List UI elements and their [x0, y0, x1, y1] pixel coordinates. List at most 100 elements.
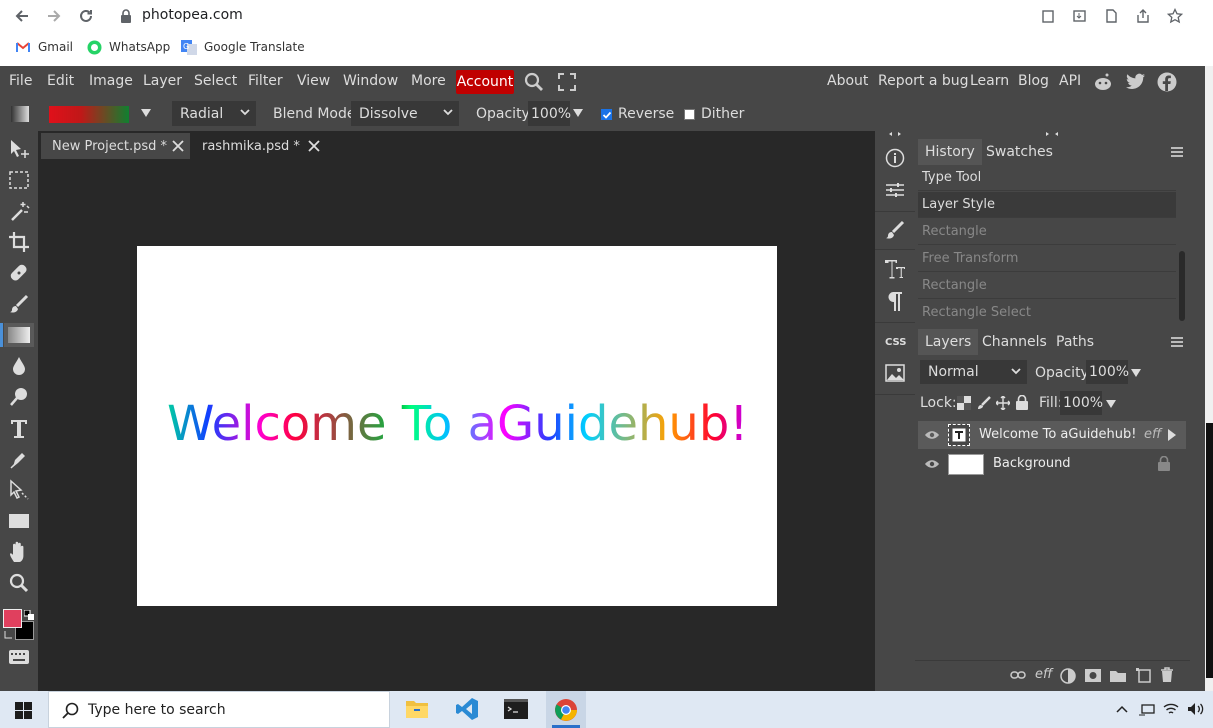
- expand-effects-icon[interactable]: [1167, 429, 1177, 441]
- image-icon[interactable]: [883, 361, 907, 385]
- reload-button[interactable]: [74, 4, 98, 28]
- terminal-icon[interactable]: [504, 699, 528, 719]
- hand-tool-icon[interactable]: [7, 540, 31, 564]
- new-layer-icon[interactable]: [1135, 667, 1151, 683]
- close-tab-icon[interactable]: [172, 140, 184, 152]
- foreground-color-swatch[interactable]: [3, 609, 22, 628]
- lock-move-icon[interactable]: [996, 396, 1010, 410]
- gradient-tool-icon[interactable]: [4, 323, 34, 347]
- lock-transparency-icon[interactable]: [957, 396, 971, 410]
- layer-row[interactable]: Welcome To aGuidehub! eff: [918, 421, 1186, 449]
- back-button[interactable]: [10, 4, 34, 28]
- twitter-icon[interactable]: [1126, 73, 1146, 91]
- fullscreen-icon[interactable]: [558, 73, 576, 91]
- new-group-icon[interactable]: [1110, 669, 1126, 682]
- history-item[interactable]: Rectangle: [918, 219, 1176, 245]
- blur-tool-icon[interactable]: [7, 354, 31, 378]
- reverse-checkbox[interactable]: [601, 109, 612, 120]
- fill-dropdown-arrow-icon[interactable]: [1106, 399, 1116, 409]
- history-item[interactable]: Rectangle: [918, 273, 1176, 299]
- panel-menu-icon[interactable]: [1170, 145, 1184, 159]
- menu-view[interactable]: View: [297, 73, 330, 89]
- blend-mode-select[interactable]: Dissolve: [351, 101, 459, 126]
- tab-rashmika[interactable]: rashmika.psd *: [191, 133, 321, 159]
- page-scrollbar[interactable]: [1205, 66, 1213, 691]
- tab-new-project[interactable]: New Project.psd *: [41, 133, 190, 159]
- link-about[interactable]: About: [827, 73, 868, 89]
- layer-blend-mode-select[interactable]: Normal: [920, 360, 1027, 384]
- keyboard-icon[interactable]: [7, 645, 31, 669]
- default-colors-icon[interactable]: [24, 610, 34, 620]
- link-api[interactable]: API: [1059, 73, 1081, 89]
- css-icon[interactable]: CSS: [883, 329, 907, 353]
- menu-file[interactable]: File: [9, 73, 32, 89]
- file-explorer-icon[interactable]: [405, 698, 429, 720]
- canvas[interactable]: Welcome To aGuidehub!: [137, 246, 777, 606]
- tab-history[interactable]: History: [918, 139, 982, 165]
- search-icon[interactable]: [524, 72, 544, 92]
- layer-opacity-input[interactable]: 100%: [1086, 360, 1129, 384]
- account-button[interactable]: Account: [456, 70, 514, 94]
- reddit-icon[interactable]: [1093, 72, 1113, 92]
- bookmark-whatsapp[interactable]: WhatsApp: [86, 38, 170, 56]
- menu-more[interactable]: More: [411, 73, 446, 89]
- expand-panel-icon[interactable]: [1045, 131, 1059, 137]
- menu-layer[interactable]: Layer: [143, 73, 182, 89]
- install-app-icon[interactable]: [1069, 6, 1089, 26]
- brush-tool-icon[interactable]: [7, 292, 31, 316]
- layer-effects-button-icon[interactable]: eff: [1035, 667, 1052, 682]
- zoom-tool-icon[interactable]: [7, 571, 31, 595]
- history-item[interactable]: Free Transform: [918, 246, 1176, 272]
- rectangle-tool-icon[interactable]: [7, 509, 31, 533]
- history-item[interactable]: Layer Style: [918, 192, 1176, 218]
- menu-window[interactable]: Window: [343, 73, 398, 89]
- eye-icon[interactable]: [924, 430, 940, 440]
- brush-settings-icon[interactable]: [883, 218, 907, 242]
- gradient-preview[interactable]: [49, 106, 129, 123]
- share-icon[interactable]: [1133, 6, 1153, 26]
- dodge-tool-icon[interactable]: [7, 385, 31, 409]
- menu-image[interactable]: Image: [89, 73, 133, 89]
- bookmark-google-translate[interactable]: G Google Translate: [181, 38, 305, 56]
- path-select-tool-icon[interactable]: [7, 478, 31, 502]
- layer-fill-input[interactable]: 100%: [1060, 391, 1103, 415]
- close-tab-icon[interactable]: [308, 140, 320, 152]
- layer-row[interactable]: Background: [918, 450, 1186, 478]
- eye-icon[interactable]: [924, 459, 940, 469]
- windows-start-icon[interactable]: [15, 702, 32, 719]
- tab-layers[interactable]: Layers: [918, 329, 979, 355]
- opacity-dropdown-arrow-icon[interactable]: [573, 108, 583, 118]
- link-learn[interactable]: Learn: [970, 73, 1009, 89]
- pen-tool-icon[interactable]: [7, 447, 31, 471]
- delete-layer-icon[interactable]: [1160, 667, 1174, 683]
- volume-icon[interactable]: [1187, 702, 1205, 716]
- chrome-taskbar-item[interactable]: [546, 691, 586, 728]
- collapse-panel-icon[interactable]: [888, 131, 902, 137]
- link-report-bug[interactable]: Report a bug: [878, 73, 969, 89]
- url-text[interactable]: photopea.com: [142, 7, 243, 23]
- history-scrollbar[interactable]: [1179, 251, 1185, 321]
- menu-edit[interactable]: Edit: [47, 73, 74, 89]
- gradient-dropdown-arrow-icon[interactable]: [141, 108, 151, 118]
- menu-filter[interactable]: Filter: [248, 73, 283, 89]
- vscode-icon[interactable]: [455, 697, 479, 721]
- tab-paths[interactable]: Paths: [1049, 329, 1101, 355]
- dither-checkbox[interactable]: [684, 109, 695, 120]
- character-icon[interactable]: [883, 257, 907, 281]
- link-layers-icon[interactable]: [1010, 670, 1026, 680]
- marquee-tool-icon[interactable]: [7, 168, 31, 192]
- wifi-icon[interactable]: [1163, 702, 1179, 716]
- tab-search-icon[interactable]: [1038, 6, 1058, 26]
- bookmark-gmail[interactable]: Gmail: [15, 38, 73, 56]
- opacity-dropdown-arrow-icon[interactable]: [1131, 368, 1141, 378]
- paragraph-icon[interactable]: [883, 289, 907, 313]
- crop-tool-icon[interactable]: [7, 230, 31, 254]
- layer-mask-icon[interactable]: [1085, 669, 1101, 682]
- gradient-type-select[interactable]: Radial: [172, 101, 256, 126]
- lock-brush-icon[interactable]: [977, 396, 991, 410]
- adjustment-layer-icon[interactable]: [1060, 668, 1076, 684]
- tab-swatches[interactable]: Swatches: [979, 139, 1060, 165]
- opacity-input[interactable]: 100%: [528, 101, 571, 126]
- chevron-up-icon[interactable]: [1116, 705, 1128, 713]
- page-scrollbar-thumb[interactable]: [1206, 423, 1213, 678]
